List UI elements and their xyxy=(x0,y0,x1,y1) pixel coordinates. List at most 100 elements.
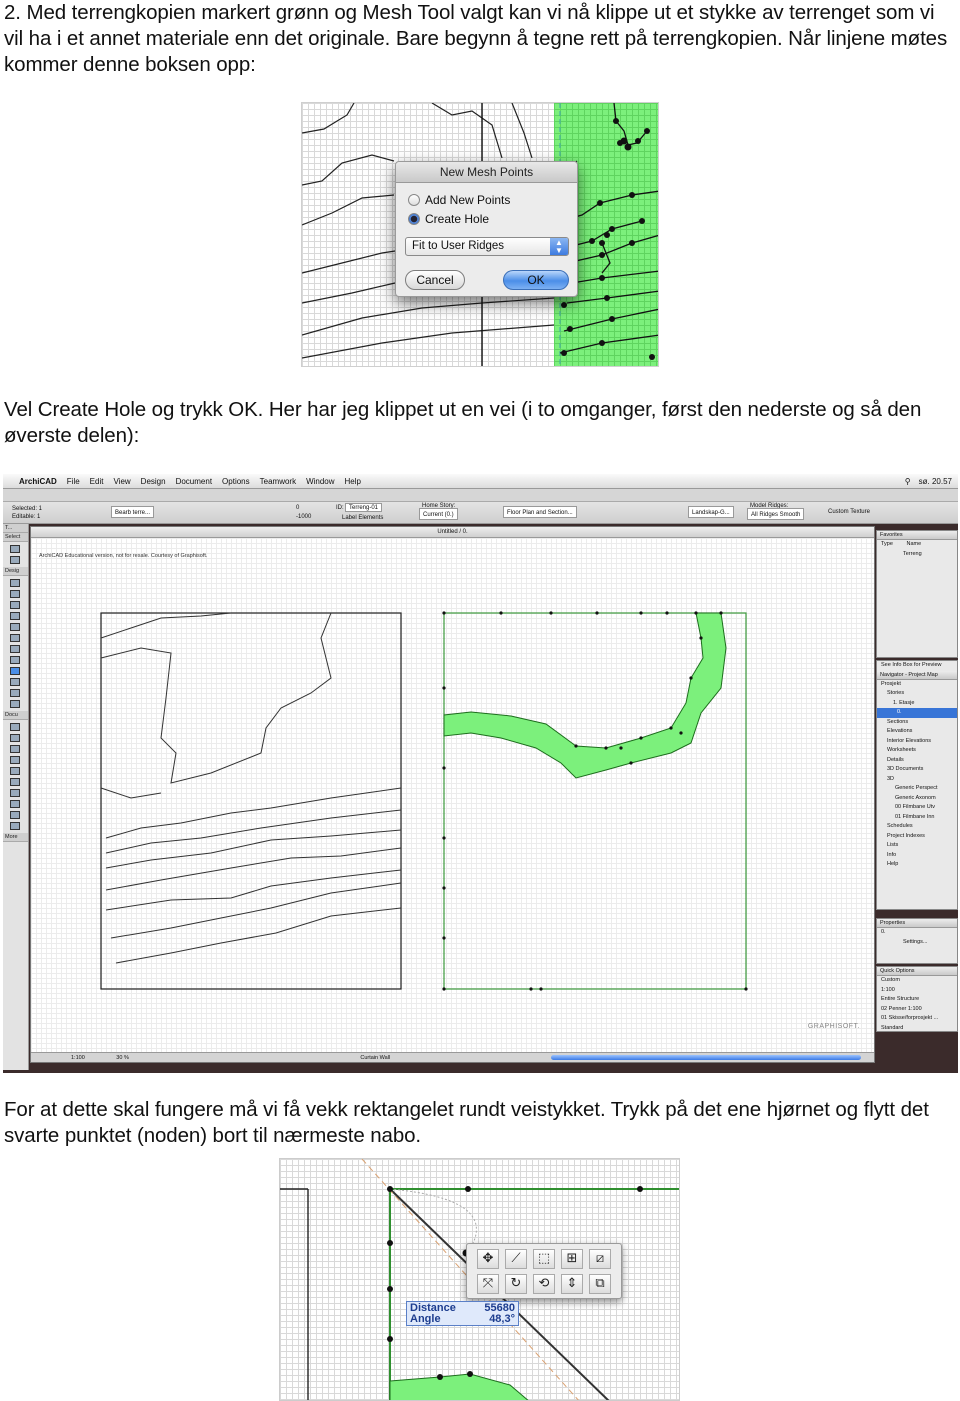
infobox-preview-note: See Info Box for Preview xyxy=(881,662,942,668)
add-node-icon[interactable]: ⊞ xyxy=(561,1249,583,1269)
menu-view[interactable]: View xyxy=(113,474,130,488)
mesh-tool-icon[interactable] xyxy=(10,667,20,675)
cancel-button[interactable]: Cancel xyxy=(405,270,465,290)
curtain-wall-select[interactable]: Curtain Wall xyxy=(360,1055,390,1061)
text-tool-icon[interactable] xyxy=(10,745,20,753)
navigator-item[interactable]: Help xyxy=(877,860,957,870)
navigator-item[interactable]: Project Indexes xyxy=(877,832,957,842)
navigator-item[interactable]: Info xyxy=(877,851,957,861)
navigator-item[interactable]: Generic Axonom xyxy=(877,794,957,804)
fill-tool-icon[interactable] xyxy=(10,811,20,819)
horizontal-scrollbar[interactable] xyxy=(551,1055,861,1060)
navigator-item[interactable]: 3D Documents xyxy=(877,765,957,775)
quick-option[interactable]: Standard xyxy=(877,1024,957,1034)
rotate-icon[interactable]: ↻ xyxy=(505,1274,527,1294)
drag-copy-icon[interactable]: ⤧ xyxy=(477,1274,499,1294)
quick-option[interactable]: Custom xyxy=(877,976,957,986)
label-elements-check[interactable]: Label Elements xyxy=(339,512,386,524)
quick-option[interactable]: 01 Skisse/forprosjekt ... xyxy=(877,1014,957,1024)
navigator-item[interactable]: Lists xyxy=(877,841,957,851)
navigator-item[interactable]: 01 Filmbane Inn xyxy=(877,813,957,823)
spline-tool-icon[interactable] xyxy=(10,800,20,808)
navigator-item[interactable]: 00 Filmbane Utv xyxy=(877,803,957,813)
ok-button[interactable]: OK xyxy=(503,270,569,290)
menu-help[interactable]: Help xyxy=(345,474,361,488)
multiply-icon[interactable]: ⧉ xyxy=(589,1274,611,1294)
navigator-item[interactable]: Worksheets xyxy=(877,746,957,756)
offset-icon[interactable]: ⬚ xyxy=(533,1249,555,1269)
home-story-select[interactable]: Current (0.) xyxy=(419,508,458,520)
quick-option[interactable]: 1:100 xyxy=(877,986,957,996)
arrow-tool-icon[interactable] xyxy=(10,545,20,553)
label-tool-icon[interactable] xyxy=(10,756,20,764)
menu-document[interactable]: Document xyxy=(176,474,212,488)
select-section: Select xyxy=(3,533,28,542)
quick-option[interactable]: 02 Penner 1:100 xyxy=(877,1005,957,1015)
create-hole-radio[interactable]: Create Hole xyxy=(408,212,489,226)
new-mesh-points-dialog: New Mesh Points Add New Points Create Ho… xyxy=(395,161,578,297)
navigator-item[interactable]: 3D xyxy=(877,775,957,785)
rotate-copy-icon[interactable]: ⟲ xyxy=(533,1274,555,1294)
navigator-item[interactable]: Stories xyxy=(877,689,957,699)
level-tool-icon[interactable] xyxy=(10,734,20,742)
navigator-item[interactable]: Interior Elevations xyxy=(877,737,957,747)
marquee-tool-icon[interactable] xyxy=(10,556,20,564)
quick-option[interactable]: Entire Structure xyxy=(877,995,957,1005)
elevate-icon[interactable]: ⇕ xyxy=(561,1274,583,1294)
stair-tool-icon[interactable] xyxy=(10,678,20,686)
arc-tool-icon[interactable] xyxy=(10,778,20,786)
layer-select[interactable]: Bearb terre... xyxy=(111,506,155,518)
add-new-points-radio[interactable]: Add New Points xyxy=(408,193,510,207)
menu-options[interactable]: Options xyxy=(222,474,250,488)
menu-teamwork[interactable]: Teamwork xyxy=(260,474,296,488)
pet-palette: ✥ ⟋ ⬚ ⊞ ⧄ ⤧ ↻ ⟲ ⇕ ⧉ xyxy=(466,1243,622,1299)
favorites-item[interactable]: Terreng xyxy=(877,550,957,560)
material-select[interactable]: Landskap-G... xyxy=(688,506,734,518)
fit-mode-select[interactable]: Fit to User Ridges ▲ ▼ xyxy=(405,237,569,256)
scale-select[interactable]: 1:100 xyxy=(71,1055,85,1061)
menu-archicad[interactable]: ArchiCAD xyxy=(19,474,57,488)
navigator-item[interactable]: Details xyxy=(877,756,957,766)
navigator-item[interactable]: Prosjekt xyxy=(877,680,957,690)
door-tool-icon[interactable] xyxy=(10,623,20,631)
properties-palette: Properties 0. Settings... xyxy=(876,918,958,964)
object-tool-icon[interactable] xyxy=(10,634,20,642)
ridges-select[interactable]: All Ridges Smooth xyxy=(747,508,805,520)
navigator-item[interactable]: Sections xyxy=(877,718,957,728)
drawing-canvas[interactable]: ArchiCAD Educational version, not for re… xyxy=(31,538,874,1054)
zone-tool-icon[interactable] xyxy=(10,700,20,708)
curtain-wall-tool-icon[interactable] xyxy=(10,689,20,697)
polyline-tool-icon[interactable] xyxy=(10,789,20,797)
drag-vertex-icon[interactable]: ⟋ xyxy=(505,1249,527,1269)
clock[interactable]: sø. 20.57 xyxy=(919,474,952,489)
navigator-item[interactable]: Elevations xyxy=(877,727,957,737)
select-arrows-icon: ▲ ▼ xyxy=(550,238,568,255)
menu-edit[interactable]: Edit xyxy=(90,474,104,488)
settings-button[interactable]: Settings... xyxy=(877,938,957,948)
wall-tool-icon[interactable] xyxy=(10,579,20,587)
floor-plan-select[interactable]: Floor Plan and Section... xyxy=(503,506,577,518)
standard-toolbar[interactable] xyxy=(3,489,958,502)
line-tool-icon[interactable] xyxy=(10,767,20,775)
roof-tool-icon[interactable] xyxy=(10,656,20,664)
figure-tool-icon[interactable] xyxy=(10,822,20,830)
navigator-item[interactable]: Schedules xyxy=(877,822,957,832)
navigator-item[interactable]: Generic Perspect xyxy=(877,784,957,794)
menu-window[interactable]: Window xyxy=(306,474,334,488)
menu-file[interactable]: File xyxy=(67,474,80,488)
spotlight-icon[interactable]: ⚲ xyxy=(905,474,911,489)
move-icon[interactable]: ✥ xyxy=(477,1249,499,1269)
dimension-tool-icon[interactable] xyxy=(10,723,20,731)
zoom-select[interactable]: 30 % xyxy=(116,1055,129,1061)
mesh-points-screenshot: New Mesh Points Add New Points Create Ho… xyxy=(301,102,659,367)
slab-tool-icon[interactable] xyxy=(10,645,20,653)
mirror-icon[interactable]: ⧄ xyxy=(589,1249,611,1269)
menu-design[interactable]: Design xyxy=(141,474,166,488)
beam-tool-icon[interactable] xyxy=(10,601,20,609)
column-tool-icon[interactable] xyxy=(10,590,20,598)
id-field[interactable]: Terreng-01 xyxy=(345,503,383,512)
navigator-item-selected[interactable]: 0. xyxy=(877,708,957,718)
window-tool-icon[interactable] xyxy=(10,612,20,620)
instruction-paragraph-2: Vel Create Hole og trykk OK. Her har jeg… xyxy=(4,398,922,447)
navigator-item[interactable]: 1. Etasje xyxy=(877,699,957,709)
